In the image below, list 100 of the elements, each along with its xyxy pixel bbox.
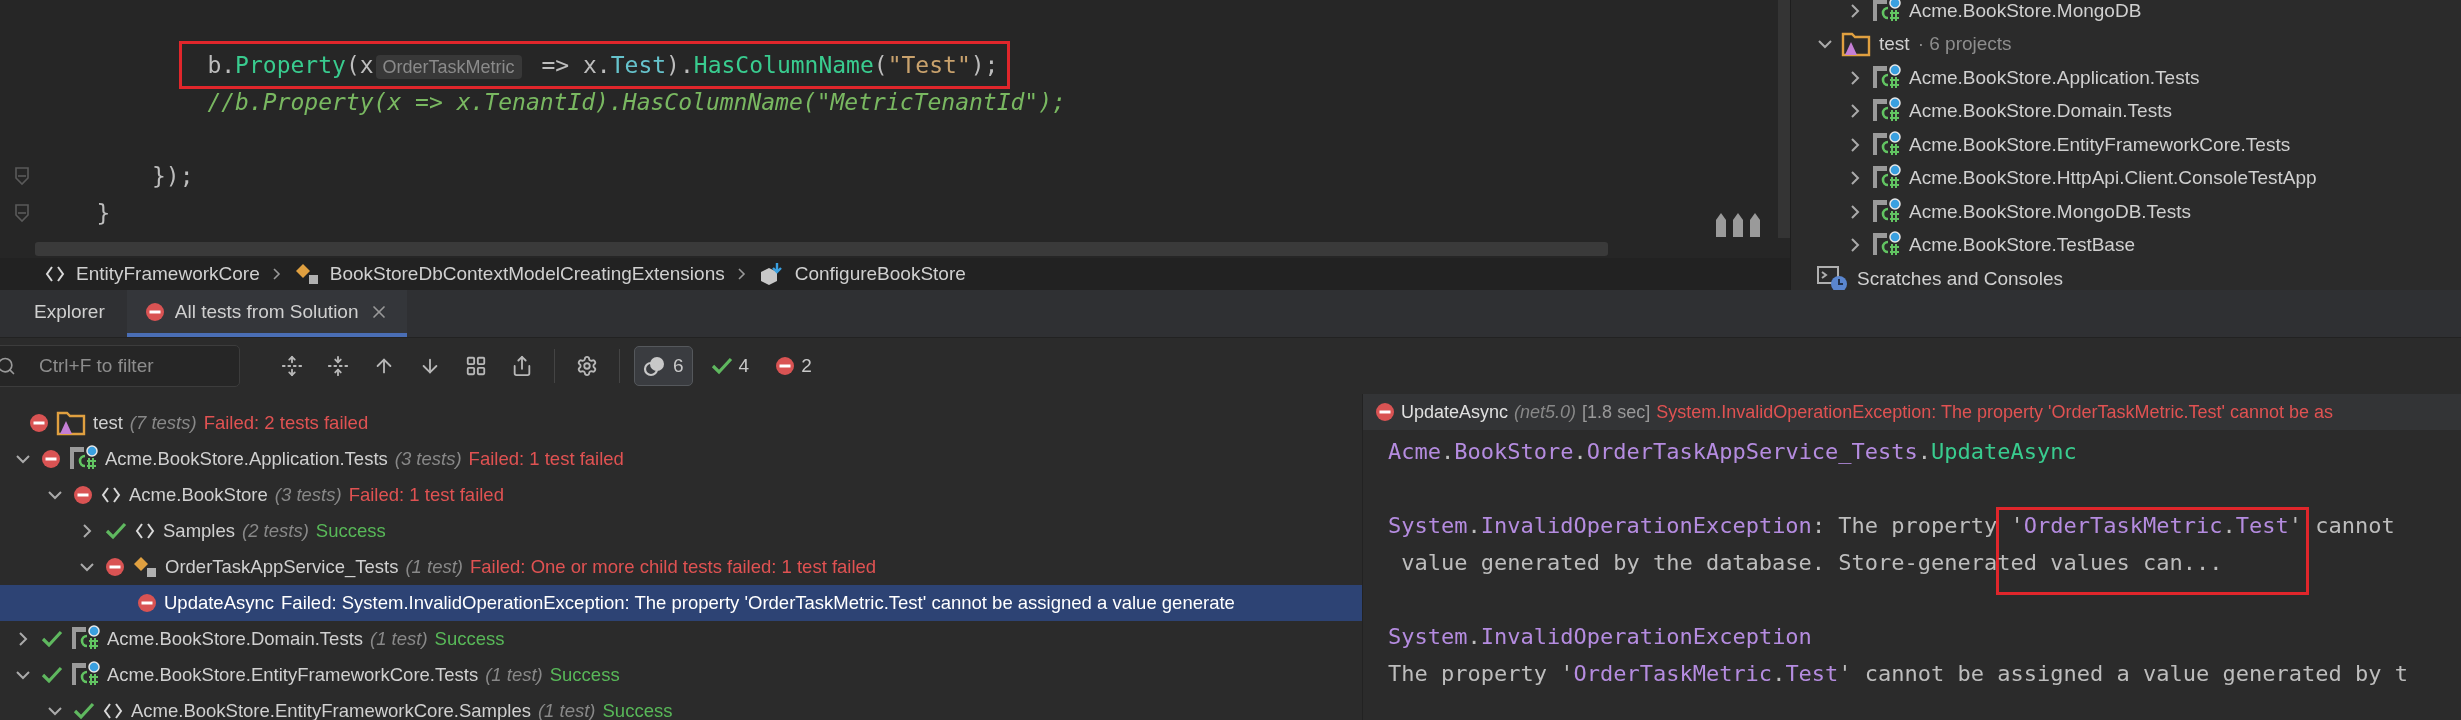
folder-icon xyxy=(56,410,86,436)
test-count: (3 tests) xyxy=(394,448,462,470)
test-name: OrderTaskAppService_Tests xyxy=(165,556,399,578)
search-icon xyxy=(0,356,16,376)
console-icon xyxy=(1817,264,1849,290)
braces-icon xyxy=(102,701,124,720)
chevron-right-icon xyxy=(271,267,282,281)
output-line: System.InvalidOperationException: The property 'OrderTaskMetric.Test' cannot xyxy=(1388,513,2395,538)
code-line: } xyxy=(96,199,111,226)
test-tree-row[interactable]: UpdateAsync Failed: System.InvalidOperationException: The property 'OrderTaskMetric.Test' cannot be assigned a value generate xyxy=(0,585,1362,621)
test-name: test xyxy=(93,412,123,434)
code-line: //b.Property(x => x.TenantId).HasColumnName("MetricTenantId"); xyxy=(207,88,1066,115)
test-count: (1 test) xyxy=(405,556,463,578)
test-result: Success xyxy=(602,700,673,720)
tab[interactable]: All tests from Solution xyxy=(126,290,407,337)
test-name: Acme.BookStore xyxy=(129,484,268,506)
test-result: Success xyxy=(434,628,505,650)
breadcrumb[interactable]: ConfigureBookStore xyxy=(794,263,966,285)
test-tree-row[interactable]: Acme.BookStore.EntityFrameworkCore.Samples (1 test) Success xyxy=(0,693,1362,720)
export-icon xyxy=(511,355,533,377)
class-icon xyxy=(132,555,158,579)
braces-icon xyxy=(44,264,66,284)
test-name: Acme.BookStore.Domain.Tests xyxy=(107,628,364,650)
grid-icon xyxy=(465,355,487,377)
braces-icon xyxy=(100,485,122,505)
search-field[interactable]: Ctrl+F to filter xyxy=(0,345,240,387)
braces-icon xyxy=(134,521,156,541)
test-result: Failed: System.InvalidOperationException: The property 'OrderTaskMetric.Test' cannot be assigned a value generate xyxy=(281,592,1235,614)
failed-icon xyxy=(775,356,796,376)
pencil-icon[interactable] xyxy=(1714,212,1728,238)
error-message: System.InvalidOperationException: The property 'OrderTaskMetric.Test' cannot be as xyxy=(1656,401,2333,423)
breadcrumb[interactable]: BookStoreDbContextModelCreatingExtensions xyxy=(329,263,725,285)
check-icon xyxy=(710,357,733,375)
filter-toggle[interactable]: 4 xyxy=(702,347,758,385)
test-name: Acme.BookStore.Application.Tests xyxy=(105,448,388,470)
test-result: Success xyxy=(549,664,620,686)
test-name: Samples xyxy=(163,520,235,542)
test-name: Acme.BookStore.EntityFrameworkCore.Tests xyxy=(107,664,479,686)
fold-marker-icon[interactable] xyxy=(14,202,30,223)
project-tree-item[interactable]: Acme.BookStore.EntityFrameworkCore.Tests xyxy=(1909,133,2291,156)
tab[interactable]: Explorer xyxy=(16,290,123,337)
failed-icon xyxy=(29,413,49,433)
test-tree-row[interactable]: Acme.BookStore.Application.Tests (3 tests) Failed: 1 test failed xyxy=(0,441,1362,477)
test-tree-row[interactable]: Samples (2 tests) Success xyxy=(0,513,1362,549)
project-tree-item[interactable]: test xyxy=(1879,33,1910,56)
test-count: (3 tests) xyxy=(274,484,342,506)
test-count: (1 test) xyxy=(485,664,543,686)
test-tree-row[interactable]: OrderTaskAppService_Tests (1 test) Failed: One or more child tests failed: 1 test failed xyxy=(0,549,1362,585)
filter-toggle[interactable]: 2 xyxy=(767,347,820,385)
expand-all-icon xyxy=(281,355,303,377)
failed-icon xyxy=(1375,402,1395,422)
project-tree-item[interactable]: Scratches and Consoles xyxy=(1857,267,2063,290)
project-tree-item[interactable]: Acme.BookStore.Domain.Tests xyxy=(1909,100,2172,123)
folder-icon xyxy=(1841,31,1871,58)
pencil-icon[interactable] xyxy=(1748,212,1762,238)
failed-icon xyxy=(137,593,157,613)
test-tree-row[interactable]: Acme.BookStore (3 tests) Failed: 1 test failed xyxy=(0,477,1362,513)
test-count: (7 tests) xyxy=(129,412,197,434)
failed-icon xyxy=(73,485,93,505)
test-name: UpdateAsync xyxy=(1401,401,1509,423)
pencil-icon[interactable] xyxy=(1731,212,1745,238)
code-line: b.Property(x OrderTaskMetric => x.Test).HasColumnName("Test"); xyxy=(207,51,999,78)
output-line: Acme.BookStore.OrderTaskAppService_Tests.UpdateAsync xyxy=(1388,439,2077,464)
duration-label: [1.8 sec] xyxy=(1582,401,1651,423)
test-tree-row[interactable]: Acme.BookStore.Domain.Tests (1 test) Success xyxy=(0,621,1362,657)
test-result: Failed: 1 test failed xyxy=(348,484,504,506)
test-result: Failed: 2 tests failed xyxy=(203,412,369,434)
test-name: Acme.BookStore.EntityFrameworkCore.Samples xyxy=(131,700,531,720)
chevron-right-icon xyxy=(736,267,747,281)
collapse-all-icon xyxy=(327,355,349,377)
project-tree-item[interactable]: Acme.BookStore.TestBase xyxy=(1909,234,2135,257)
failed-icon xyxy=(105,557,125,577)
settings-icon xyxy=(576,355,598,377)
project-tree-item[interactable]: Acme.BookStore.Application.Tests xyxy=(1909,66,2200,89)
output-line: The property 'OrderTaskMetric.Test' cannot be assigned a value generated by t xyxy=(1388,661,2408,686)
test-result: Success xyxy=(315,520,386,542)
fold-marker-icon[interactable] xyxy=(14,165,30,186)
project-tree-item[interactable]: Acme.BookStore.HttpApi.Client.ConsoleTestApp xyxy=(1909,167,2317,190)
project-tree-item[interactable]: Acme.BookStore.MongoDB.Tests xyxy=(1909,200,2191,223)
project-count: · 6 projects xyxy=(1917,33,2012,56)
project-tree-item[interactable]: Acme.BookStore.MongoDB xyxy=(1909,0,2142,22)
check-icon xyxy=(73,702,95,720)
output-line: System.InvalidOperationException xyxy=(1388,624,1812,649)
check-icon xyxy=(41,630,63,648)
cube-icon xyxy=(758,262,785,286)
failed-icon xyxy=(144,301,165,322)
test-count: (2 tests) xyxy=(242,520,309,542)
circles-icon xyxy=(643,355,667,377)
breadcrumb[interactable]: EntityFrameworkCore xyxy=(76,263,260,285)
test-result: Failed: One or more child tests failed: 1 test failed xyxy=(470,556,877,578)
framework-label: (net5.0) xyxy=(1514,401,1577,423)
test-count: (1 test) xyxy=(370,628,428,650)
code-line: }); xyxy=(152,162,194,189)
test-tree-row[interactable]: test (7 tests) Failed: 2 tests failed xyxy=(0,405,1362,441)
test-count: (1 test) xyxy=(537,700,596,720)
test-tree-row[interactable]: Acme.BookStore.EntityFrameworkCore.Tests (1 test) Success xyxy=(0,657,1362,693)
test-name: UpdateAsync xyxy=(164,592,275,614)
test-result: Failed: 1 test failed xyxy=(468,448,624,470)
failed-icon xyxy=(41,449,61,469)
filter-toggle[interactable]: 6 xyxy=(634,346,693,386)
